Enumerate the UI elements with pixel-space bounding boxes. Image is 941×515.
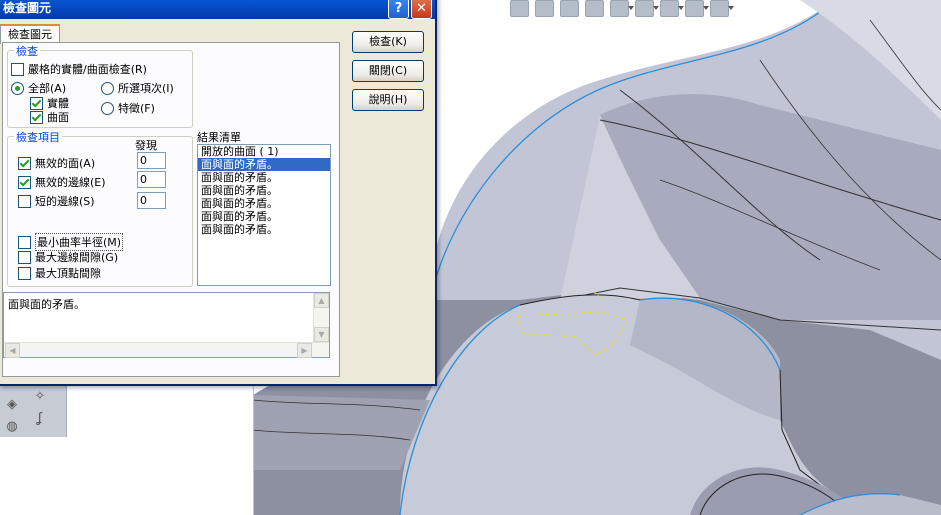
invalid-faces-label: 無效的面(A) [35,157,96,170]
help-button[interactable]: 說明(H) [352,89,424,111]
close-button[interactable]: 關閉(C) [352,60,424,82]
sparkle-icon[interactable]: ✧ [32,389,48,405]
all-label: 全部(A) [28,82,67,95]
solid-checkbox[interactable] [30,96,43,110]
surface-checkbox[interactable] [30,110,43,124]
selected-items-radio-row[interactable]: 所選項次(I) [101,80,174,96]
message-text: 面與面的矛盾。 [8,298,85,311]
results-item[interactable]: 面與面的矛盾。 [198,197,330,210]
strict-check-row[interactable]: 嚴格的實體/曲面檢查(R) [11,61,147,77]
check-entity-dialog: 檢查圖元 ? ✕ 檢查圖元 檢查 嚴格的實體/曲面檢查(R) 全部(A) 實體 … [0,0,437,386]
hook-icon[interactable]: ʆ [32,411,48,427]
panel-icon-strip: ✧ ◈ ʆ ◍ [0,385,67,437]
zoom-selection-icon[interactable] [560,0,579,17]
results-title: 結果清單 [197,131,241,144]
scroll-left-arrow[interactable]: ◀ [5,343,20,358]
min-radius-checkbox[interactable] [18,235,31,249]
message-vertical-scrollbar[interactable]: ▲ ▼ [313,293,329,342]
results-item[interactable]: 開放的曲面 ( 1) [198,145,330,158]
check-group: 檢查 嚴格的實體/曲面檢查(R) 全部(A) 實體 曲面 所選項次(I) 特徵(… [7,43,193,128]
scene-icon[interactable]: ◍ [4,419,20,435]
invalid-edges-count: 0 [137,171,166,188]
check-items-group: 檢查項目 發現 無效的面(A) 0 無效的邊線(E) 0 短的邊線(S) 0 最… [7,129,193,287]
scroll-right-arrow[interactable]: ▶ [297,343,312,358]
zoom-area-icon[interactable] [535,0,554,17]
all-radio-row[interactable]: 全部(A) [11,80,66,96]
invalid-edges-label: 無效的邊線(E) [35,176,106,189]
feature-manager-panel: ✧ ◈ ʆ ◍ [0,385,254,515]
zoom-to-fit-icon[interactable] [510,0,529,17]
short-edges-row[interactable]: 短的邊線(S) [18,193,95,209]
max-edge-gap-row[interactable]: 最大邊線間隙(G) [18,249,118,265]
check-items-title: 檢查項目 [14,129,62,145]
feature-label: 特徵(F) [118,102,155,115]
short-edges-label: 短的邊線(S) [35,195,95,208]
invalid-edges-row[interactable]: 無效的邊線(E) [18,174,106,190]
all-radio[interactable] [11,81,24,95]
results-list[interactable]: 開放的曲面 ( 1) 面與面的矛盾。 面與面的矛盾。 面與面的矛盾。 面與面的矛… [197,144,331,286]
edit-appearance-icon[interactable] [685,0,709,17]
invalid-faces-checkbox[interactable] [18,156,31,170]
surface-label: 曲面 [47,111,69,124]
max-vertex-gap-checkbox[interactable] [18,266,31,280]
invalid-faces-count: 0 [137,152,166,169]
help-title-button[interactable]: ? [388,0,409,19]
hide-show-icon[interactable] [660,0,684,17]
dialog-title-bar[interactable]: 檢查圖元 ? ✕ [0,0,435,19]
section-view-icon[interactable] [585,0,604,17]
max-vertex-gap-label: 最大頂點間隙 [35,267,101,280]
view-orientation-icon[interactable] [610,0,634,17]
scroll-up-arrow[interactable]: ▲ [314,293,329,308]
tab-check-entity[interactable]: 檢查圖元 [0,24,60,44]
max-edge-gap-checkbox[interactable] [18,250,31,264]
appearance-icon[interactable]: ◈ [4,397,20,413]
scroll-down-arrow[interactable]: ▼ [314,327,329,342]
message-box[interactable]: 面與面的矛盾。 ▲ ▼ ◀ ▶ [3,292,330,358]
max-edge-gap-label: 最大邊線間隙(G) [35,251,119,264]
selected-items-label: 所選項次(I) [118,82,174,95]
invalid-faces-row[interactable]: 無效的面(A) [18,155,95,171]
results-item[interactable]: 面與面的矛盾。 [198,171,330,184]
feature-radio-row[interactable]: 特徵(F) [101,100,155,116]
message-horizontal-scrollbar[interactable]: ◀ ▶ [4,342,329,358]
strict-label: 嚴格的實體/曲面檢查(R) [28,63,147,76]
close-title-button[interactable]: ✕ [411,0,432,19]
results-item-selected[interactable]: 面與面的矛盾。 [198,158,330,171]
selected-items-radio[interactable] [101,81,114,95]
strict-checkbox[interactable] [11,62,24,76]
panel-body [0,437,66,515]
invalid-edges-checkbox[interactable] [18,175,31,189]
display-style-icon[interactable] [635,0,659,17]
check-group-title: 檢查 [14,43,40,59]
short-edges-count: 0 [137,192,166,209]
short-edges-checkbox[interactable] [18,194,31,208]
max-vertex-gap-row[interactable]: 最大頂點間隙 [18,265,101,281]
dialog-title: 檢查圖元 [3,1,52,15]
feature-radio[interactable] [101,101,114,115]
surface-check-row[interactable]: 曲面 [30,109,69,125]
results-item[interactable]: 面與面的矛盾。 [198,210,330,223]
results-item[interactable]: 面與面的矛盾。 [198,223,330,236]
tab-page: 檢查 嚴格的實體/曲面檢查(R) 全部(A) 實體 曲面 所選項次(I) 特徵(… [2,42,340,377]
apply-scene-icon[interactable] [710,0,734,17]
found-header: 發現 [135,139,157,152]
view-toolbar [510,0,780,17]
check-button[interactable]: 檢查(K) [352,31,424,53]
results-item[interactable]: 面與面的矛盾。 [198,184,330,197]
